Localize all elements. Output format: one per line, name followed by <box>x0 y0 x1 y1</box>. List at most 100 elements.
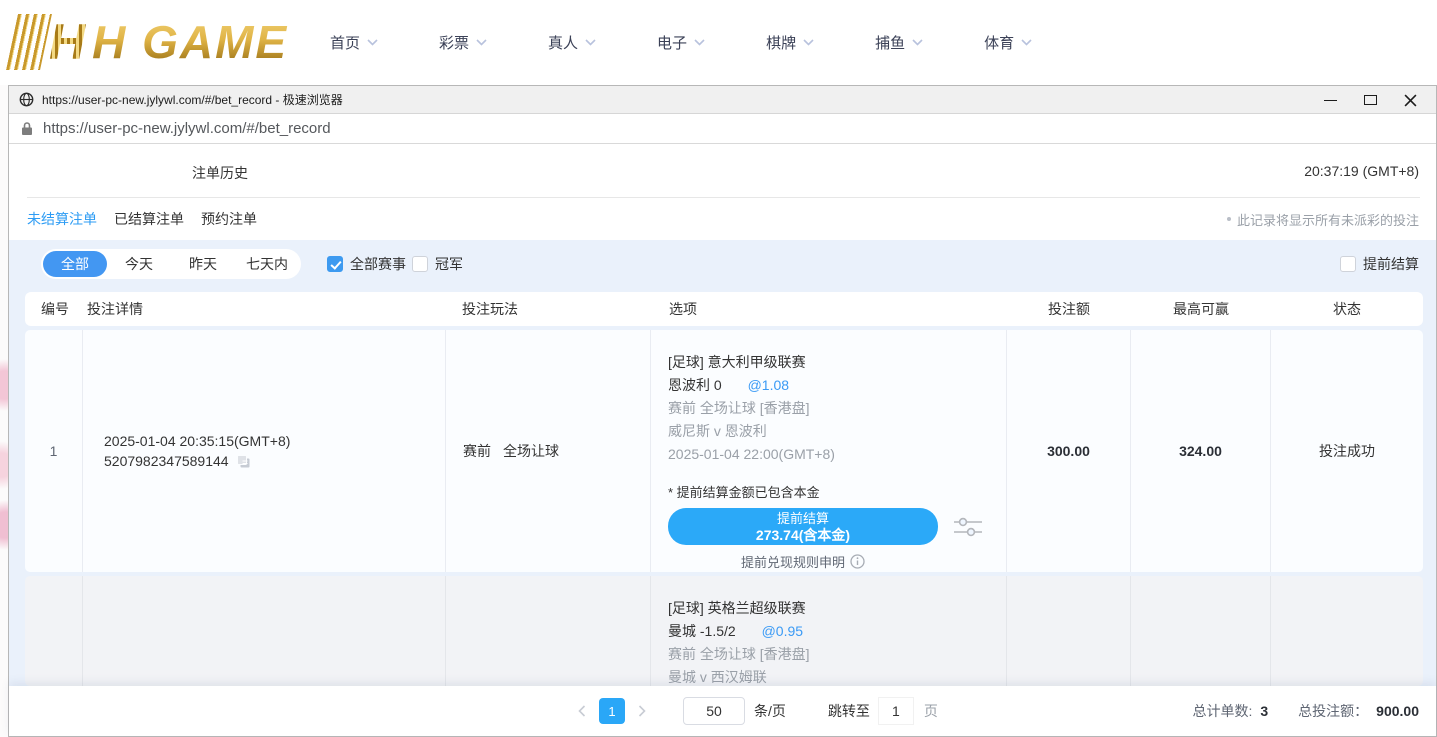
checkbox-early-settle[interactable]: 提前结算 <box>1340 248 1419 280</box>
chevron-down-icon <box>585 39 596 46</box>
url-text: https://user-pc-new.jylywl.com/#/bet_rec… <box>43 120 331 137</box>
nav-label: 捕鱼 <box>875 32 905 53</box>
nav-label: 体育 <box>984 32 1014 53</box>
tabs: 未结算注单 已结算注单 预约注单 <box>27 198 257 240</box>
option-match-time: 2025-01-04 22:00(GMT+8) <box>668 443 1006 466</box>
page-unit-label: 页 <box>924 701 938 721</box>
cell-status <box>1271 576 1423 686</box>
filter-all[interactable]: 全部 <box>43 251 107 277</box>
prev-page-button[interactable] <box>569 698 595 724</box>
option-odds: @1.08 <box>748 377 789 393</box>
cashout-rule-link[interactable]: 提前兑现规则申明 <box>668 552 938 571</box>
checkbox-all-events[interactable]: 全部赛事 <box>327 248 406 280</box>
minimize-icon <box>1324 100 1337 101</box>
total-amount-label: 总投注额： <box>1298 701 1368 721</box>
nav-item-cards[interactable]: 棋牌 <box>766 32 814 53</box>
col-header-play: 投注玩法 <box>446 299 651 319</box>
tab-unsettled[interactable]: 未结算注单 <box>27 209 97 229</box>
cell-no <box>25 576 83 686</box>
col-header-detail: 投注详情 <box>83 299 446 319</box>
cashout-button[interactable]: 提前结算 273.74(含本金) <box>668 508 938 545</box>
nav-item-slots[interactable]: 电子 <box>657 32 705 53</box>
maximize-button[interactable] <box>1350 86 1390 114</box>
filter-seven-days[interactable]: 七天内 <box>235 251 299 277</box>
nav-item-sports[interactable]: 体育 <box>984 32 1032 53</box>
per-page-label: 条/页 <box>754 701 786 721</box>
col-header-status: 状态 <box>1271 299 1423 319</box>
cashout-wrap: 提前结算 273.74(含本金) <box>668 508 1006 545</box>
bet-amount: 300.00 <box>1047 443 1090 459</box>
nav-item-lottery[interactable]: 彩票 <box>439 32 487 53</box>
logo-text: H GAME <box>92 15 288 69</box>
cashout-button-amount: 273.74(含本金) <box>756 527 850 543</box>
option-match: 曼城 v 西汉姆联 <box>668 666 1006 686</box>
option-match: 威尼斯 v 恩波利 <box>668 420 1006 443</box>
cell-amount: 300.00 <box>1007 330 1131 572</box>
option-pick-line: 曼城 -1.5/2 @0.95 <box>668 620 1006 643</box>
cashout-note: * 提前结算金额已包含本金 <box>668 482 1006 501</box>
cell-maxwin: 324.00 <box>1131 330 1271 572</box>
jump-page-input[interactable] <box>878 697 914 725</box>
bet-time: 2025-01-04 20:35:15(GMT+8) <box>104 433 445 449</box>
tabs-row: 未结算注单 已结算注单 预约注单 此记录将显示所有未派彩的投注 <box>9 198 1436 240</box>
url-bar[interactable]: https://user-pc-new.jylywl.com/#/bet_rec… <box>9 114 1436 144</box>
option-odds: @0.95 <box>762 623 803 639</box>
col-header-maxwin: 最高可赢 <box>1131 299 1271 319</box>
close-button[interactable] <box>1390 86 1430 114</box>
option-market: 赛前 全场让球 [香港盘] <box>668 397 1006 420</box>
globe-icon <box>19 92 34 107</box>
cell-no: 1 <box>25 330 83 572</box>
table-row: [足球] 英格兰超级联赛 曼城 -1.5/2 @0.95 赛前 全场让球 [香港… <box>25 576 1423 686</box>
copy-icon[interactable] <box>235 453 252 470</box>
filter-today[interactable]: 今天 <box>107 251 171 277</box>
cell-detail: 2025-01-04 20:35:15(GMT+8) 5207982347589… <box>83 330 446 572</box>
page-number-button[interactable]: 1 <box>599 698 625 724</box>
minimize-button[interactable] <box>1310 86 1350 114</box>
nav-label: 真人 <box>548 32 578 53</box>
nav-label: 首页 <box>330 32 360 53</box>
cashout-button-label: 提前结算 <box>777 511 829 527</box>
content-band: 全部 今天 昨天 七天内 全部赛事 冠军 提前 <box>9 240 1436 686</box>
option-league: [足球] 英格兰超级联赛 <box>668 597 1006 620</box>
tab-note-text: 此记录将显示所有未派彩的投注 <box>1237 210 1419 229</box>
next-page-button[interactable] <box>629 698 655 724</box>
nav-item-fishing[interactable]: 捕鱼 <box>875 32 923 53</box>
info-icon <box>850 554 865 569</box>
page-title: 注单历史 <box>192 163 248 183</box>
option-pick-line: 恩波利 0 @1.08 <box>668 374 1006 397</box>
cell-option: [足球] 意大利甲级联赛 恩波利 0 @1.08 赛前 全场让球 [香港盘] 威… <box>651 330 1007 572</box>
tab-reserved[interactable]: 预约注单 <box>201 209 257 229</box>
brand-logo[interactable]: H H GAME <box>12 8 288 76</box>
lock-icon <box>21 121 33 136</box>
play-type: 全场让球 <box>503 441 559 461</box>
filter-yesterday[interactable]: 昨天 <box>171 251 235 277</box>
maximize-icon <box>1364 95 1377 105</box>
chevron-down-icon <box>476 39 487 46</box>
nav-item-live[interactable]: 真人 <box>548 32 596 53</box>
checkbox-champion[interactable]: 冠军 <box>412 248 463 280</box>
pagination: 1 条/页 跳转至 页 <box>569 686 938 736</box>
totals: 总计单数: 3 总投注额： 900.00 <box>1192 686 1419 736</box>
tab-settled[interactable]: 已结算注单 <box>114 209 184 229</box>
table-row: 1 2025-01-04 20:35:15(GMT+8) 52079823475… <box>25 330 1423 572</box>
chevron-down-icon <box>912 39 923 46</box>
footer-bar: 1 条/页 跳转至 页 总计单数: 3 总投注额： 900.00 <box>9 686 1436 736</box>
chevron-down-icon <box>367 39 378 46</box>
total-amount-value: 900.00 <box>1376 703 1419 719</box>
nav-item-home[interactable]: 首页 <box>330 32 378 53</box>
logo-stripes-decoration <box>6 14 52 70</box>
cell-play <box>446 576 651 686</box>
bet-id-line: 5207982347589144 <box>104 453 445 470</box>
play-period: 赛前 <box>463 441 491 461</box>
option-pick: 曼城 -1.5/2 <box>668 623 736 639</box>
window-title-bar[interactable]: https://user-pc-new.jylywl.com/#/bet_rec… <box>9 86 1436 114</box>
checkbox-unchecked-icon <box>412 256 428 272</box>
col-header-no: 编号 <box>25 299 83 319</box>
page-size-input[interactable] <box>683 697 745 725</box>
nav-label: 棋牌 <box>766 32 796 53</box>
sliders-icon[interactable] <box>952 514 984 540</box>
chevron-down-icon <box>1021 39 1032 46</box>
cell-option: [足球] 英格兰超级联赛 曼城 -1.5/2 @0.95 赛前 全场让球 [香港… <box>651 576 1007 686</box>
page-edge-art <box>0 85 8 737</box>
option-market: 赛前 全场让球 [香港盘] <box>668 643 1006 666</box>
